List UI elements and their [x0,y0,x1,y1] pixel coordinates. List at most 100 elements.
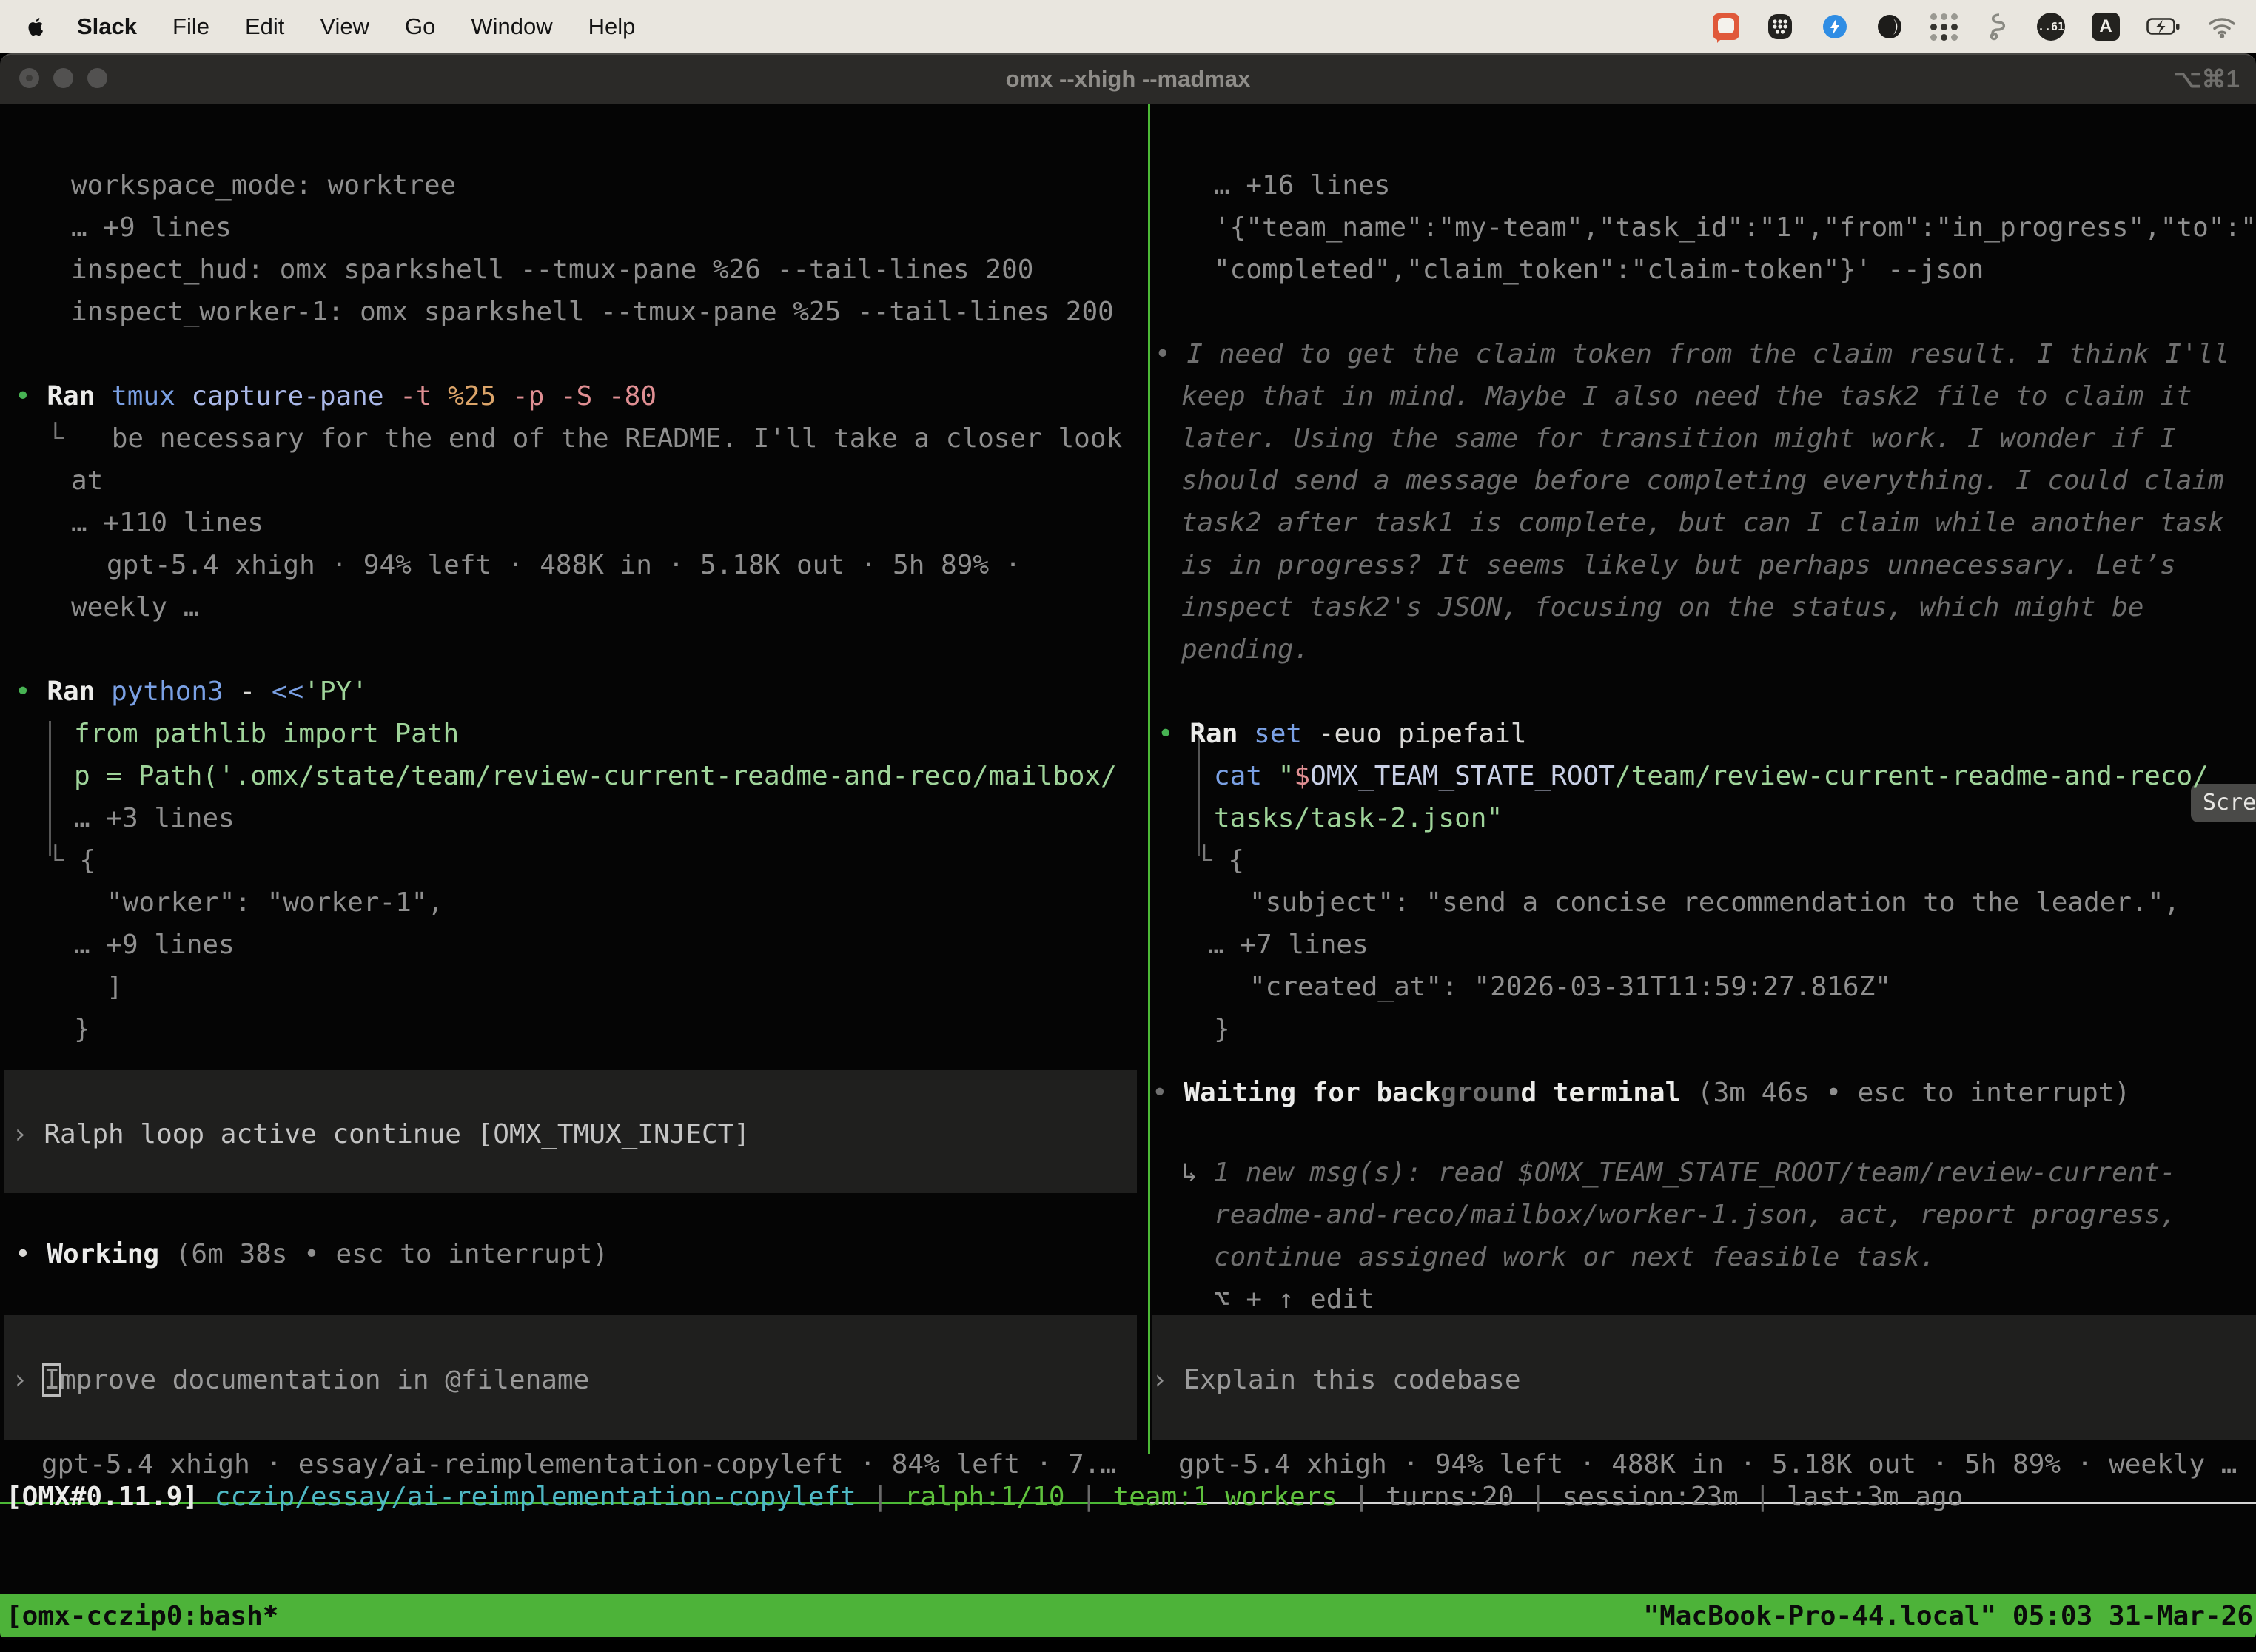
countdown-badge-icon[interactable]: ..61 [2037,13,2065,41]
apple-menu-icon[interactable] [25,16,47,38]
text-segment: gpt-5.4 xhigh · 94% left · 488K in · 5.1… [1178,1449,2237,1480]
left-pane-line: gpt-5.4 xhigh · 94% left · 488K in · 5.1… [107,544,1021,586]
tmux-status-bar[interactable]: [omx-cczip0:bash* "MacBook-Pro-44.local"… [0,1594,2256,1637]
text-segment: " [1278,761,1295,791]
text-segment [64,423,112,454]
left-pane-line: workspace_mode: worktree [71,164,456,206]
status-segment: | [1065,1482,1113,1512]
tmux-session-label: [omx-cczip0:bash* [0,1601,278,1631]
right-pane-line: • Waiting for background terminal (3m 46… [1152,1072,2130,1114]
right-pane-line: is in progress? It seems likely but perh… [1181,544,2176,586]
status-segment: session:23m [1562,1482,1738,1512]
right-pane-line: › Explain this codebase [1152,1359,1521,1401]
menu-item-view[interactable]: View [302,13,387,40]
text-segment: p = Path('.omx/state/team/review-current… [74,761,1117,791]
wifi-icon[interactable] [2207,16,2237,38]
text-segment: ↳ [1181,1158,1213,1188]
text-segment: └ [47,423,64,454]
input-source-icon[interactable]: A [2092,13,2120,41]
text-segment: … +9 lines [74,930,235,960]
text-segment: be necessary for the end of the README. … [112,423,1122,454]
right-pane-line: "created_at": "2026-03-31T11:59:27.816Z" [1249,966,1891,1008]
pane-border [1148,104,1150,1454]
text-segment: • [15,381,47,412]
text-segment: task2 after task1 is complete, but can I… [1181,508,2224,538]
text-segment: … +110 lines [71,508,263,538]
left-pane-line: } [74,1008,90,1050]
right-pane-line: … +7 lines [1208,924,1369,966]
text-segment: ] [107,972,123,1002]
status-segment: | [1739,1482,1787,1512]
text-segment: inspect task2's JSON, focusing on the st… [1181,592,2143,622]
text-segment: └ [1196,845,1228,876]
text-segment: › [12,1365,44,1395]
text-segment: weekly … [71,592,199,622]
text-segment: … +3 lines [74,803,235,833]
text-segment: d terminal [1521,1078,1682,1108]
left-pane-line: … +9 lines [71,206,232,249]
left-pane-line: … +110 lines [71,502,263,544]
menu-item-file[interactable]: File [155,13,227,40]
status-segment: | [856,1482,904,1512]
menu-item-help[interactable]: Help [571,13,654,40]
left-pane-line: └ be necessary for the end of the README… [47,417,1122,460]
menu-item-slack[interactable]: Slack [47,13,155,40]
text-segment: pending. [1181,634,1309,665]
status-segment: cczip/essay/ai-reimplementation-copyleft [215,1482,856,1512]
text-segment: tasks/task-2.json" [1214,803,1503,833]
text-segment: keep that in mind. Maybe I also need the… [1181,381,2192,412]
squiggle-icon[interactable] [1985,13,2010,41]
app-menus: SlackFileEditViewGoWindowHelp [47,13,653,40]
right-pane-line: inspect task2's JSON, focusing on the st… [1181,586,2143,628]
text-segment: OMX_TEAM_STATE_ROOT [1310,761,1615,791]
right-pane-line: • I need to get the claim token from the… [1155,333,2229,375]
text-segment: at [71,466,103,496]
left-pane-line: └ { [47,839,95,882]
text-segment: Ran [47,676,111,707]
left-pane-line: • Ran python3 - <<'PY' [15,671,368,713]
right-pane-line: continue assigned work or next feasible … [1214,1236,1936,1278]
right-pane-line: └ { [1196,839,1244,882]
text-segment: tmux [111,381,191,412]
status-segment: last:3m ago [1787,1482,1963,1512]
text-segment: cat [1214,761,1278,791]
left-pane-line: › Improve documentation in @filename [12,1359,589,1401]
text-segment: gpt-5.4 xhigh · 94% left · 488K in · 5.1… [107,550,1021,580]
text-segment: - [239,676,271,707]
right-pane-line: ↳ 1 new msg(s): read $OMX_TEAM_STATE_ROO… [1181,1152,2176,1194]
right-pane-line: ⌥ + ↑ edit [1214,1278,1374,1320]
left-pane-line: … +9 lines [74,924,235,966]
left-pane-line: weekly … [71,586,199,628]
right-pane-line: "subject": "send a concise recommendatio… [1249,882,2180,924]
window-title-bar[interactable]: omx --xhigh --madmax ⌥⌘1 [0,55,2256,104]
text-segment: I [44,1365,60,1395]
text-segment: %25 [448,381,512,412]
battery-icon[interactable] [2146,17,2181,36]
text-segment: << [272,676,303,707]
text-segment: -p [512,381,560,412]
block-connector-line [49,721,51,856]
terminal-content[interactable]: Scre workspace_mode: worktree… +9 linesi… [0,104,2256,1640]
screen: SlackFileEditViewGoWindowHelp [0,0,2256,1652]
text-segment: › [1152,1365,1184,1395]
keypad-shield-icon[interactable] [1766,13,1794,41]
text-segment: I need to get the claim token from the c… [1186,339,2229,369]
text-segment: Ran [1189,719,1254,749]
left-pane-line: inspect_hud: omx sparkshell --tmux-pane … [71,249,1033,291]
text-segment: › [12,1119,44,1149]
menu-item-go[interactable]: Go [387,13,453,40]
text-segment: mprove documentation in @filename [60,1365,589,1395]
text-segment: "completed","claim_token":"claim-token"}… [1214,255,1984,285]
left-pane-line: • Working (6m 38s • esc to interrupt) [15,1233,608,1275]
moon-app-icon[interactable] [1876,13,1904,41]
menu-item-edit[interactable]: Edit [227,13,302,40]
text-segment: } [1214,1014,1230,1044]
text-segment: Waiting for back [1184,1078,1440,1108]
menu-item-window[interactable]: Window [453,13,570,40]
text-segment: $ [1294,761,1310,791]
left-pane-line: • Ran tmux capture-pane -t %25 -p -S -80 [15,375,657,417]
text-segment: { [79,845,95,876]
dots-grid-icon[interactable] [1930,13,1958,41]
sync-badge-icon[interactable] [1821,13,1849,41]
screenshot-chat-icon[interactable] [1713,13,1739,40]
